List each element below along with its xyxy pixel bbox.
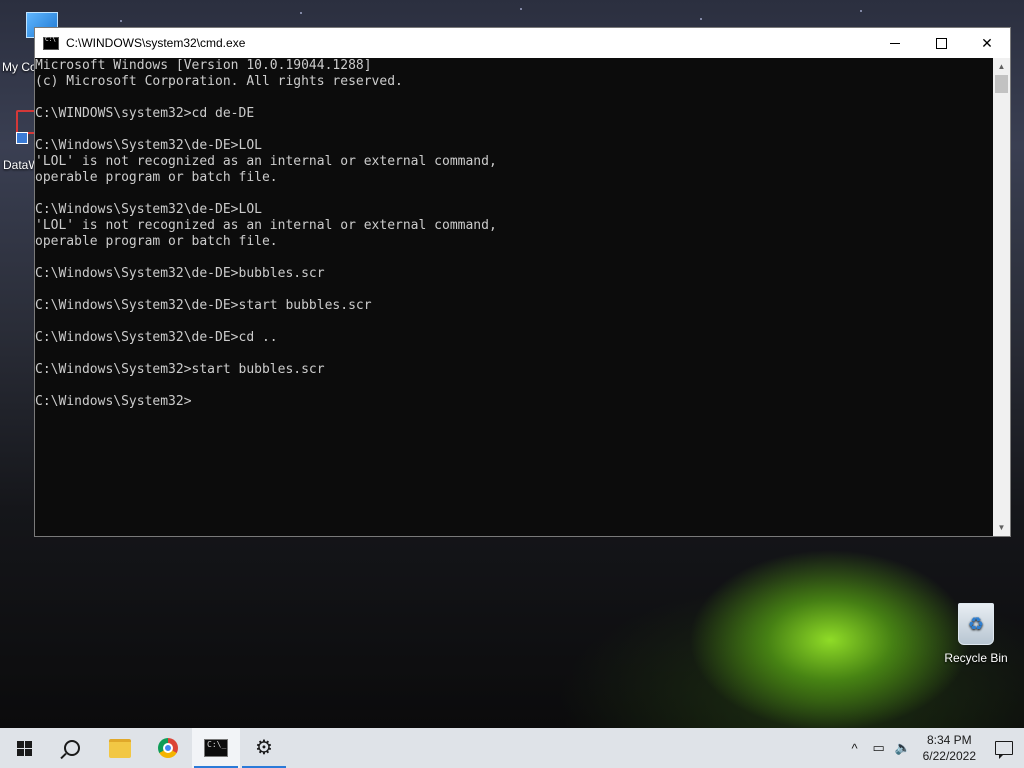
taskbar: ⚙ ^ ▭ 🔈 8:34 PM 6/22/2022 xyxy=(0,728,1024,768)
windows-logo-icon xyxy=(16,740,32,756)
console-line: Microsoft Windows [Version 10.0.19044.12… xyxy=(35,58,372,73)
clock[interactable]: 8:34 PM 6/22/2022 xyxy=(915,732,984,764)
notification-center-button[interactable] xyxy=(984,728,1024,768)
maximize-icon xyxy=(935,37,947,49)
console-output[interactable]: Microsoft Windows [Version 10.0.19044.12… xyxy=(35,58,993,536)
cmd-icon xyxy=(204,739,228,757)
console-line: 'LOL' is not recognized as an internal o… xyxy=(35,154,497,169)
close-icon: ✕ xyxy=(981,34,993,51)
console-line: C:\Windows\System32\de-DE>LOL xyxy=(35,202,262,217)
desktop-icon-label: My Co xyxy=(2,60,37,74)
app-shortcut-icon xyxy=(16,110,36,144)
start-button[interactable] xyxy=(0,728,48,768)
file-explorer-button[interactable] xyxy=(96,728,144,768)
console-line: C:\Windows\System32\de-DE>start bubbles.… xyxy=(35,298,372,313)
chrome-icon xyxy=(158,738,178,758)
settings-taskbar-button[interactable]: ⚙ xyxy=(240,728,288,768)
console-line: C:\Windows\System32\de-DE>LOL xyxy=(35,138,262,153)
window-title: C:\WINDOWS\system32\cmd.exe xyxy=(66,36,246,50)
console-line: C:\Windows\System32\de-DE>cd .. xyxy=(35,330,278,345)
cmd-taskbar-button[interactable] xyxy=(192,728,240,768)
clock-date: 6/22/2022 xyxy=(922,749,976,763)
console-line: C:\WINDOWS\system32>cd de-DE xyxy=(35,106,255,121)
recycle-bin-icon: ♻ xyxy=(958,603,994,645)
star xyxy=(300,12,302,14)
console-line: C:\Windows\System32> xyxy=(35,394,192,409)
cmd-icon xyxy=(43,36,59,50)
star xyxy=(860,10,862,12)
system-tray: ^ ▭ 🔈 8:34 PM 6/22/2022 xyxy=(843,728,1024,768)
notification-icon xyxy=(995,741,1013,759)
console-line: operable program or batch file. xyxy=(35,234,278,249)
scrollbar-thumb[interactable] xyxy=(995,75,1008,93)
folder-icon xyxy=(109,738,131,758)
star xyxy=(700,18,702,20)
desktop-icon-recycle-bin[interactable]: ♻ Recycle Bin xyxy=(940,603,1012,665)
minimize-icon xyxy=(890,42,900,44)
console-line: operable program or batch file. xyxy=(35,170,278,185)
console-line: (c) Microsoft Corporation. All rights re… xyxy=(35,74,403,89)
console-line: 'LOL' is not recognized as an internal o… xyxy=(35,218,497,233)
cmd-window[interactable]: C:\WINDOWS\system32\cmd.exe ✕ Microsoft … xyxy=(34,27,1011,537)
scroll-up-arrow-icon[interactable]: ▲ xyxy=(993,58,1010,75)
minimize-button[interactable] xyxy=(872,28,918,58)
star xyxy=(520,8,522,10)
desktop-icon-label: Recycle Bin xyxy=(944,651,1008,665)
scroll-down-arrow-icon[interactable]: ▼ xyxy=(993,519,1010,536)
window-titlebar[interactable]: C:\WINDOWS\system32\cmd.exe ✕ xyxy=(35,28,1010,58)
search-button[interactable] xyxy=(48,728,96,768)
vertical-scrollbar[interactable]: ▲ ▼ xyxy=(993,58,1010,536)
gear-icon: ⚙ xyxy=(255,737,273,759)
close-button[interactable]: ✕ xyxy=(964,28,1010,58)
volume-icon[interactable]: 🔈 xyxy=(893,728,913,768)
chevron-up-icon[interactable]: ^ xyxy=(845,728,865,768)
chrome-button[interactable] xyxy=(144,728,192,768)
clock-time: 8:34 PM xyxy=(926,733,972,747)
console-line: C:\Windows\System32>start bubbles.scr xyxy=(35,362,325,377)
console-line: C:\Windows\System32\de-DE>bubbles.scr xyxy=(35,266,325,281)
star xyxy=(120,20,122,22)
maximize-button[interactable] xyxy=(918,28,964,58)
network-icon[interactable]: ▭ xyxy=(869,728,889,768)
search-icon xyxy=(64,740,80,756)
